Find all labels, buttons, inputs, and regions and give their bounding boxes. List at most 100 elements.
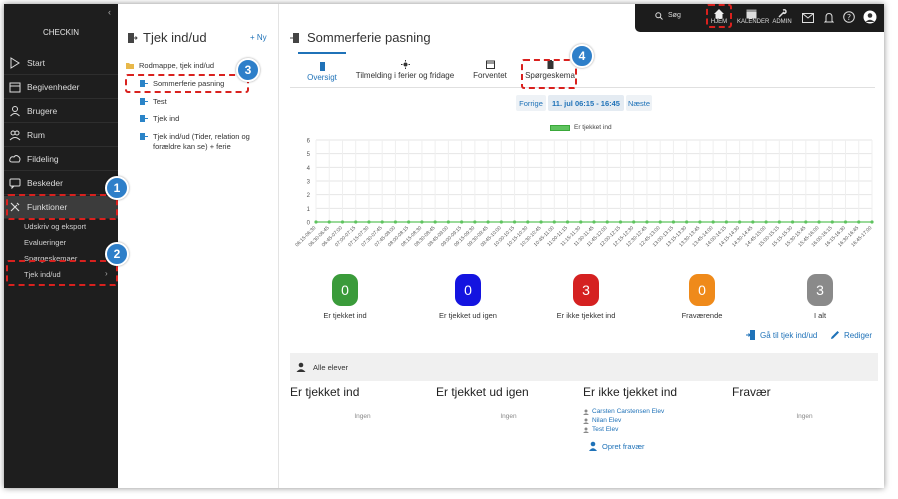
stat-checked-out: 0 Er tjekket ud igen [423,274,513,320]
previous-button[interactable]: Forrige [516,95,546,111]
tab-tilmelding[interactable]: Tilmelding i ferier og fridage [350,52,460,88]
goto-checkin-link[interactable]: Gå til tjek ind/ud [746,330,817,340]
checkin-door-icon [128,32,138,43]
data-point [565,220,570,224]
data-point [711,220,715,224]
stat-not-checked-in: 3 Er ikke tjekket ind [541,274,631,320]
room-icon [9,130,21,141]
add-user-icon [589,441,597,451]
tab-oversigt[interactable]: Oversigt [298,52,346,88]
callout-badge: 4 [570,44,594,68]
tree-item-tjek-ind-ud-ferie[interactable]: Tjek ind/ud (Tider, relation og forældre… [140,132,262,152]
stat-badge: 0 [455,274,481,306]
data-point [751,220,755,224]
data-point [685,220,689,224]
new-button[interactable]: + Ny [250,33,267,42]
stat-total: 3 I alt [775,274,865,320]
sidebar-item-beskeder[interactable]: Beskeder [4,172,118,195]
play-icon [10,57,20,69]
data-point [314,220,318,224]
stat-label: Fraværende [681,311,723,320]
data-point [592,220,596,224]
legend-label: Er tjekket ind [574,124,612,131]
data-point [433,220,437,224]
data-point [367,220,371,224]
data-point [552,220,556,224]
data-point [618,220,623,224]
stat-label: Er tjekket ud igen [439,311,497,320]
sun-icon [400,60,410,69]
main-content: Sommerferie pasning Oversigt Tilmelding … [280,4,884,488]
collapse-sidebar-icon[interactable]: ‹ [108,7,111,17]
data-point [738,220,742,224]
column-heading: Er tjekket ind [290,385,360,399]
data-point [579,220,583,224]
root-folder[interactable]: Rodmappe, tjek ind/ud [126,61,214,70]
sidebar-item-label: Rum [27,130,45,140]
data-point [354,220,358,224]
empty-text: Ingen [354,413,371,420]
chart-legend: Er tjekket ind [550,124,612,131]
create-absence-link[interactable]: Opret fravær [589,441,728,451]
sidebar-item-begivenheder[interactable]: Begivenheder [4,76,118,99]
sidebar-item-fildeling[interactable]: Fildeling [4,148,118,171]
app-window: ‹ CHECKIN Start Begivenheder Brugere Rum… [4,4,884,488]
y-tick-label: 1 [307,207,311,213]
tab-forventet[interactable]: Forventet [468,52,512,88]
callout-highlight-home [706,4,732,28]
y-tick-label: 0 [307,221,311,227]
column-heading: Er tjekket ud igen [436,385,529,399]
data-point [407,220,411,224]
sidebar-item-label: Start [27,58,45,68]
column-heading: Fravær [732,385,771,399]
sidebar-subitem-evalueringer[interactable]: Evalueringer [24,238,66,247]
data-point [645,220,649,224]
tree-item-test[interactable]: Test [140,97,167,106]
sidebar: ‹ CHECKIN Start Begivenheder Brugere Rum… [4,4,118,488]
stat-checked-in: 0 Er tjekket ind [300,274,390,320]
data-point [671,220,676,224]
stat-badge: 3 [807,274,833,306]
sidebar-item-label: Fildeling [27,154,59,164]
student-link[interactable]: Test Elev [583,426,728,433]
sidebar-item-brugere[interactable]: Brugere [4,100,118,123]
stat-label: Er tjekket ind [323,311,367,320]
user-icon [10,106,20,117]
data-point [857,220,861,224]
student-link[interactable]: Carsten Carstensen Elev [583,408,728,415]
sidebar-item-start[interactable]: Start [4,52,118,75]
edit-link[interactable]: Rediger [830,330,872,340]
data-point [724,220,728,224]
panel-title: Tjek ind/ud [126,30,207,45]
chat-icon [9,178,21,189]
y-tick-label: 2 [307,193,311,199]
students-header[interactable]: Alle elever [290,353,878,381]
sidebar-item-label: Brugere [27,106,58,116]
stat-badge: 0 [689,274,715,306]
data-point [804,220,808,224]
sidebar-subitem-udskriv[interactable]: Udskriv og eksport [24,222,86,231]
data-point [380,220,384,224]
data-point [632,220,636,224]
tree-item-tjek-ind[interactable]: Tjek ind [140,114,179,123]
data-point [486,220,490,224]
checkin-door-icon [140,98,148,105]
sidebar-item-label: Beskeder [27,178,63,188]
data-point [512,220,517,224]
date-range-button[interactable]: 11. jul 06:15 - 16:45 [548,95,624,111]
checkin-door-icon [746,330,755,340]
sidebar-item-rum[interactable]: Rum [4,124,118,147]
pencil-icon [831,331,839,339]
stat-label: I alt [813,311,827,320]
column-checked-out: Er tjekket ud igen Ingen [436,385,581,420]
checkin-door-icon [140,133,148,140]
stat-label: Er ikke tjekket ind [556,311,616,320]
checkin-door-icon [140,115,148,122]
next-button[interactable]: Næste [626,95,652,111]
callout-badge: 2 [105,242,129,266]
data-point [327,220,331,224]
callout-badge: 3 [236,58,260,82]
student-link[interactable]: Nilan Elev [583,417,728,424]
data-point [843,220,848,224]
data-point [460,220,464,224]
